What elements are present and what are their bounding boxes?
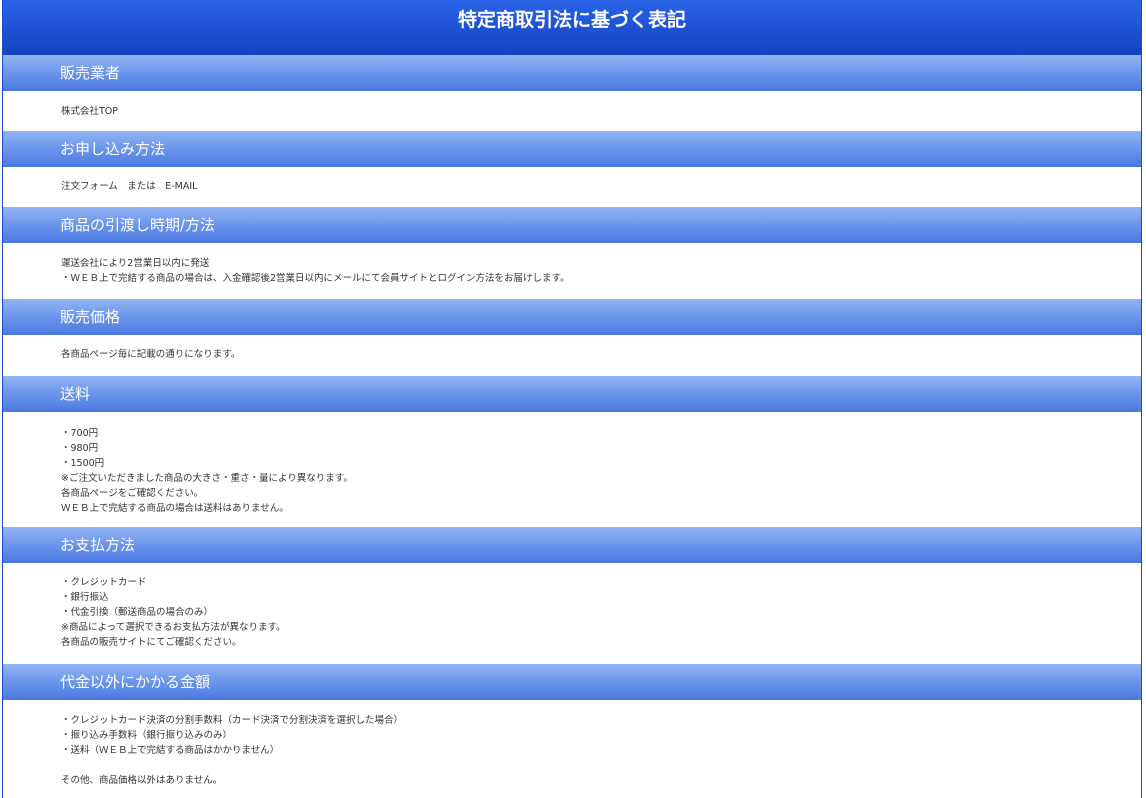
section-body: 運送会社により2営業日以内に発送 ・ＷＥＢ上で完結する商品の場合は、入金確認後2… xyxy=(3,243,1141,299)
section-heading: 商品の引渡し時期/方法 xyxy=(3,207,1141,243)
body-line: ・1500円 xyxy=(61,458,105,469)
section-heading: 代金以外にかかる金額 xyxy=(3,664,1141,700)
section-payment: お支払方法 ・クレジットカード ・銀行振込 ・代金引換（郵送商品の場合のみ） ※… xyxy=(3,527,1141,664)
body-line: 各商品の販売サイトにてご確認ください。 xyxy=(61,637,242,648)
section-price: 販売価格 各商品ページ毎に記載の通りになります。 xyxy=(3,299,1141,376)
section-delivery: 商品の引渡し時期/方法 運送会社により2営業日以内に発送 ・ＷＥＢ上で完結する商… xyxy=(3,207,1141,299)
section-body: 注文フォーム または E-MAIL xyxy=(3,167,1141,207)
page-frame: 特定商取引法に基づく表記 販売業者 株式会社TOP お申し込み方法 注文フォーム… xyxy=(2,0,1142,798)
body-line: ・700円 xyxy=(61,428,99,439)
body-line: ・代金引換（郵送商品の場合のみ） xyxy=(61,607,214,618)
section-heading: 販売業者 xyxy=(3,55,1141,91)
body-line: その他、商品価格以外はありません。 xyxy=(61,775,223,786)
body-line: ・クレジットカード決済の分割手数料（カード決済で分割決済を選択した場合） xyxy=(61,715,404,726)
body-line: 各商品ページ毎に記載の通りになります。 xyxy=(61,349,241,360)
body-line: ・送料（ＷＥＢ上で完結する商品はかかりません） xyxy=(61,745,280,756)
body-line: ※ご注文いただきました商品の大きさ・重さ・量により異なります。 xyxy=(61,473,353,484)
section-body: 株式会社TOP xyxy=(3,91,1141,131)
section-body: ・クレジットカード決済の分割手数料（カード決済で分割決済を選択した場合） ・振り… xyxy=(3,700,1141,798)
body-line: 株式会社TOP xyxy=(61,106,119,117)
body-line: 各商品ページをご確認ください。 xyxy=(61,488,204,499)
body-line: ＷＥＢ上で完結する商品の場合は送料はありません。 xyxy=(61,503,289,514)
body-line: 注文フォーム または E-MAIL xyxy=(61,181,198,192)
section-body: 各商品ページ毎に記載の通りになります。 xyxy=(3,335,1141,376)
body-line: ・クレジットカード xyxy=(61,577,147,588)
body-line: ※商品によって選択できるお支払方法が異なります。 xyxy=(61,622,286,633)
body-line: ・ＷＥＢ上で完結する商品の場合は、入金確認後2営業日以内にメールにて会員サイトと… xyxy=(61,273,570,284)
section-shipping: 送料 ・700円 ・980円 ・1500円 ※ご注文いただきました商品の大きさ・… xyxy=(3,376,1141,527)
body-spacer-line xyxy=(61,758,1141,773)
section-body: ・クレジットカード ・銀行振込 ・代金引換（郵送商品の場合のみ） ※商品によって… xyxy=(3,563,1141,664)
section-extra-fees: 代金以外にかかる金額 ・クレジットカード決済の分割手数料（カード決済で分割決済を… xyxy=(3,664,1141,798)
section-seller: 販売業者 株式会社TOP xyxy=(3,55,1141,131)
body-line: ・銀行振込 xyxy=(61,592,109,603)
body-line: ・振り込み手数料（銀行振り込みのみ） xyxy=(61,730,233,741)
section-order-method: お申し込み方法 注文フォーム または E-MAIL xyxy=(3,131,1141,207)
page-title: 特定商取引法に基づく表記 xyxy=(3,0,1141,55)
body-line: 運送会社により2営業日以内に発送 xyxy=(61,258,210,269)
section-body: ・700円 ・980円 ・1500円 ※ご注文いただきました商品の大きさ・重さ・… xyxy=(3,412,1141,527)
section-heading: お申し込み方法 xyxy=(3,131,1141,167)
body-line: ・980円 xyxy=(61,443,99,454)
section-heading: 送料 xyxy=(3,376,1141,412)
section-heading: 販売価格 xyxy=(3,299,1141,335)
section-heading: お支払方法 xyxy=(3,527,1141,563)
